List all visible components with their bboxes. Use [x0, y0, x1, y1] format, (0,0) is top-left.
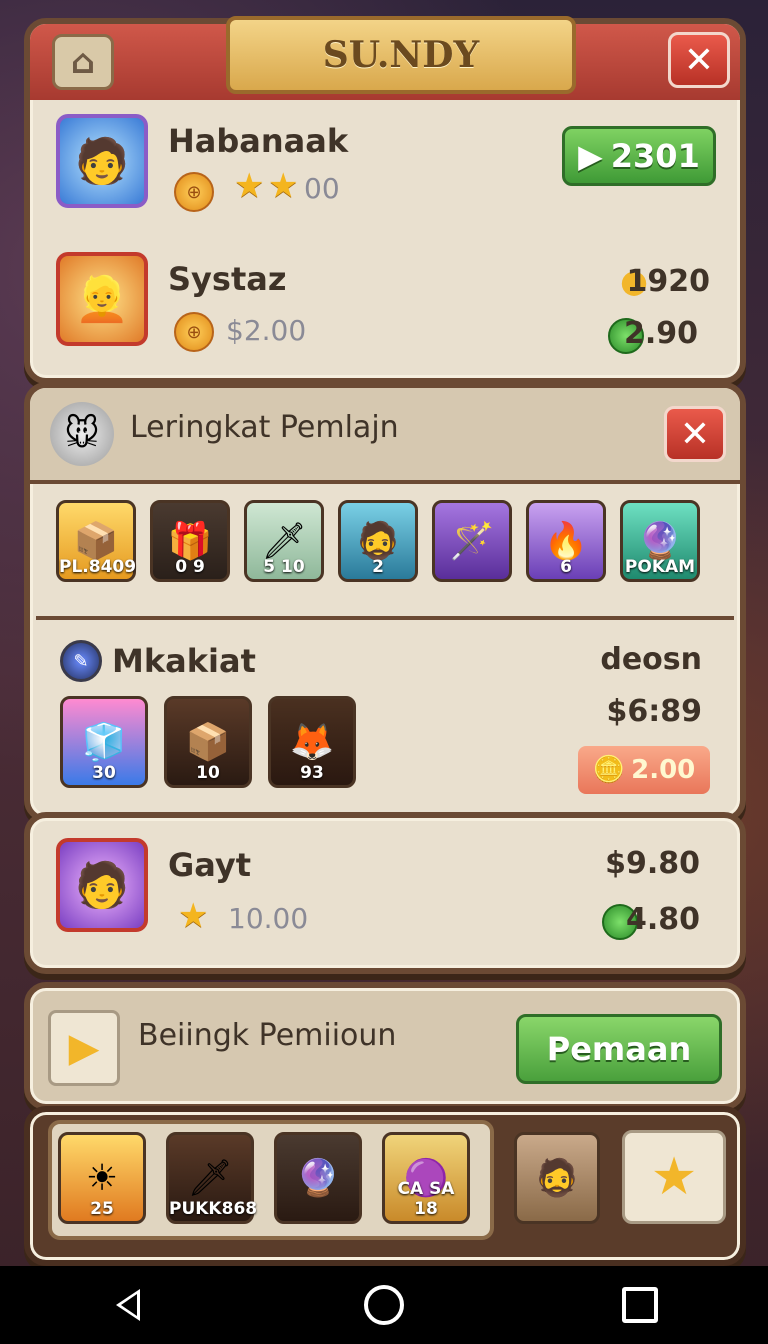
ranking-header: 🐭 Leringkat Pemlajn: [30, 388, 740, 484]
player-amount: $2.00: [226, 314, 307, 347]
reward-item[interactable]: 🗡 5 10: [244, 500, 324, 582]
home-button[interactable]: ⌂: [52, 34, 114, 90]
cta-panel: ▶ Beiingk Pemiioun Pemaan: [24, 982, 746, 1110]
player-panel: 🧑 Gayt ★ 10.00 $9.80 4.80: [24, 812, 746, 974]
market-name: Mkakiat: [112, 642, 256, 680]
home-circle-icon: [364, 1285, 404, 1325]
reward-items: 📦 PL.8409 🎁 0 9 🗡 5 10 🧔 2 🪄 🔥 6 🔮 POKAM: [56, 500, 700, 582]
player-row[interactable]: 👱 Systaz ⊕ $2.00 ● 1920 2.90: [50, 252, 720, 360]
player-score: 1920: [626, 264, 711, 299]
star-icon: ★: [178, 896, 209, 936]
star-icon: ★: [650, 1147, 698, 1207]
recents-icon: [622, 1287, 658, 1323]
player-stat: 10.00: [228, 902, 309, 935]
sun-icon: ☀: [85, 1157, 119, 1199]
inventory-item[interactable]: 🗡 PUKK868: [166, 1132, 257, 1224]
ranking-title: Leringkat Pemlajn: [130, 410, 399, 445]
market-price: $6:89: [606, 694, 703, 729]
inventory-items: ☀ 25 🗡 PUKK868 🔮 🟣 CA SA 18: [58, 1132, 470, 1224]
play-button-label: 2301: [610, 137, 700, 175]
reward-item[interactable]: 🧔 2: [338, 500, 418, 582]
avatar: 🧑: [56, 838, 148, 932]
back-icon: [116, 1289, 140, 1321]
market-item[interactable]: 🧊 30: [60, 696, 148, 788]
player-gems: 4.80: [625, 902, 700, 937]
sword-icon: 🗡: [187, 1158, 233, 1199]
reward-item[interactable]: 🔮 POKAM: [620, 500, 700, 582]
inventory-item[interactable]: 🟣 CA SA 18: [382, 1132, 470, 1224]
reward-item[interactable]: 🪄: [432, 500, 512, 582]
hero-icon: 🧔: [534, 1158, 580, 1199]
pemaan-button[interactable]: Pemaan: [516, 1014, 722, 1084]
inventory-item[interactable]: 🔮: [274, 1132, 362, 1224]
chest-icon: 📦: [185, 722, 231, 763]
chest-icon: 📦: [73, 521, 119, 562]
player-name: Gayt: [168, 846, 252, 884]
player-row[interactable]: 🧑 Habanaak ⊕ ★ ★ 00 ▶ 2301: [50, 114, 720, 222]
cube-icon: 🧊: [81, 722, 127, 763]
close-icon: ✕: [683, 39, 715, 81]
close-button[interactable]: ✕: [668, 32, 730, 88]
orb-icon: 🔮: [637, 521, 683, 562]
reward-item[interactable]: 🔥 6: [526, 500, 606, 582]
close-ranking-button[interactable]: ✕: [664, 406, 726, 462]
gold-coins-icon: 🪙: [592, 755, 626, 785]
play-icon: ▶: [578, 137, 603, 175]
fire-chest-icon: 🔥: [543, 521, 589, 562]
market-item[interactable]: 📦 10: [164, 696, 252, 788]
players-panel: ⌂ SU.NDY ✕ 🧑 Habanaak ⊕ ★ ★ 00 ▶ 2301 👱 …: [24, 16, 746, 384]
reward-item[interactable]: 🎁 0 9: [150, 500, 230, 582]
hero-icon: 🧔: [355, 521, 401, 562]
mascot-icon: 🐭: [50, 402, 114, 466]
home-nav-button[interactable]: [354, 1275, 414, 1335]
home-icon: ⌂: [70, 42, 96, 82]
player-row[interactable]: 🧑 Gayt ★ 10.00 $9.80 4.80: [50, 838, 720, 946]
buy-button-value: 2.00: [631, 755, 696, 785]
market-items: 🧊 30 📦 10 🦊 93: [60, 696, 356, 788]
avatar: 👱: [56, 252, 148, 346]
player-name: Systaz: [168, 260, 287, 298]
staff-icon: 🪄: [449, 521, 495, 562]
back-button[interactable]: [98, 1275, 158, 1335]
orb-icon: 🔮: [295, 1158, 341, 1199]
player-price: $9.80: [605, 846, 700, 881]
system-nav-bar: [0, 1266, 768, 1344]
inventory-hero-item[interactable]: 🧔: [514, 1132, 600, 1224]
cta-text: Beiingk Pemiioun: [138, 1018, 397, 1053]
recents-button[interactable]: [610, 1275, 670, 1335]
market-icon: ✎: [60, 640, 102, 682]
arrow-icon: ▶: [48, 1010, 120, 1086]
player-stat: 00: [304, 172, 340, 205]
player-gems: 2.90: [623, 316, 698, 351]
play-button[interactable]: ▶ 2301: [562, 126, 716, 186]
creature-icon: 🦊: [289, 722, 335, 763]
market-label: deosn: [600, 642, 702, 677]
close-icon: ✕: [679, 413, 711, 455]
inventory-panel: ☀ 25 🗡 PUKK868 🔮 🟣 CA SA 18 🧔 ★: [24, 1106, 746, 1266]
star-icon: ★: [234, 166, 265, 206]
coin-icon: ⊕: [174, 312, 214, 352]
star-icon: ★: [268, 166, 299, 206]
player-name: Habanaak: [168, 122, 349, 160]
market-item[interactable]: 🦊 93: [268, 696, 356, 788]
coin-icon: ⊕: [174, 172, 214, 212]
ranking-panel: 🐭 Leringkat Pemlajn ✕ 📦 PL.8409 🎁 0 9 🗡 …: [24, 382, 746, 822]
page-title: SU.NDY: [226, 16, 576, 94]
divider: [36, 616, 734, 620]
reward-item[interactable]: 📦 PL.8409: [56, 500, 136, 582]
avatar: 🧑: [56, 114, 148, 208]
sword-icon: 🗡: [261, 521, 307, 562]
favorite-button[interactable]: ★: [622, 1130, 726, 1224]
buy-button[interactable]: 🪙 2.00: [578, 746, 710, 794]
inventory-item[interactable]: ☀ 25: [58, 1132, 146, 1224]
box-icon: 🎁: [167, 521, 213, 562]
